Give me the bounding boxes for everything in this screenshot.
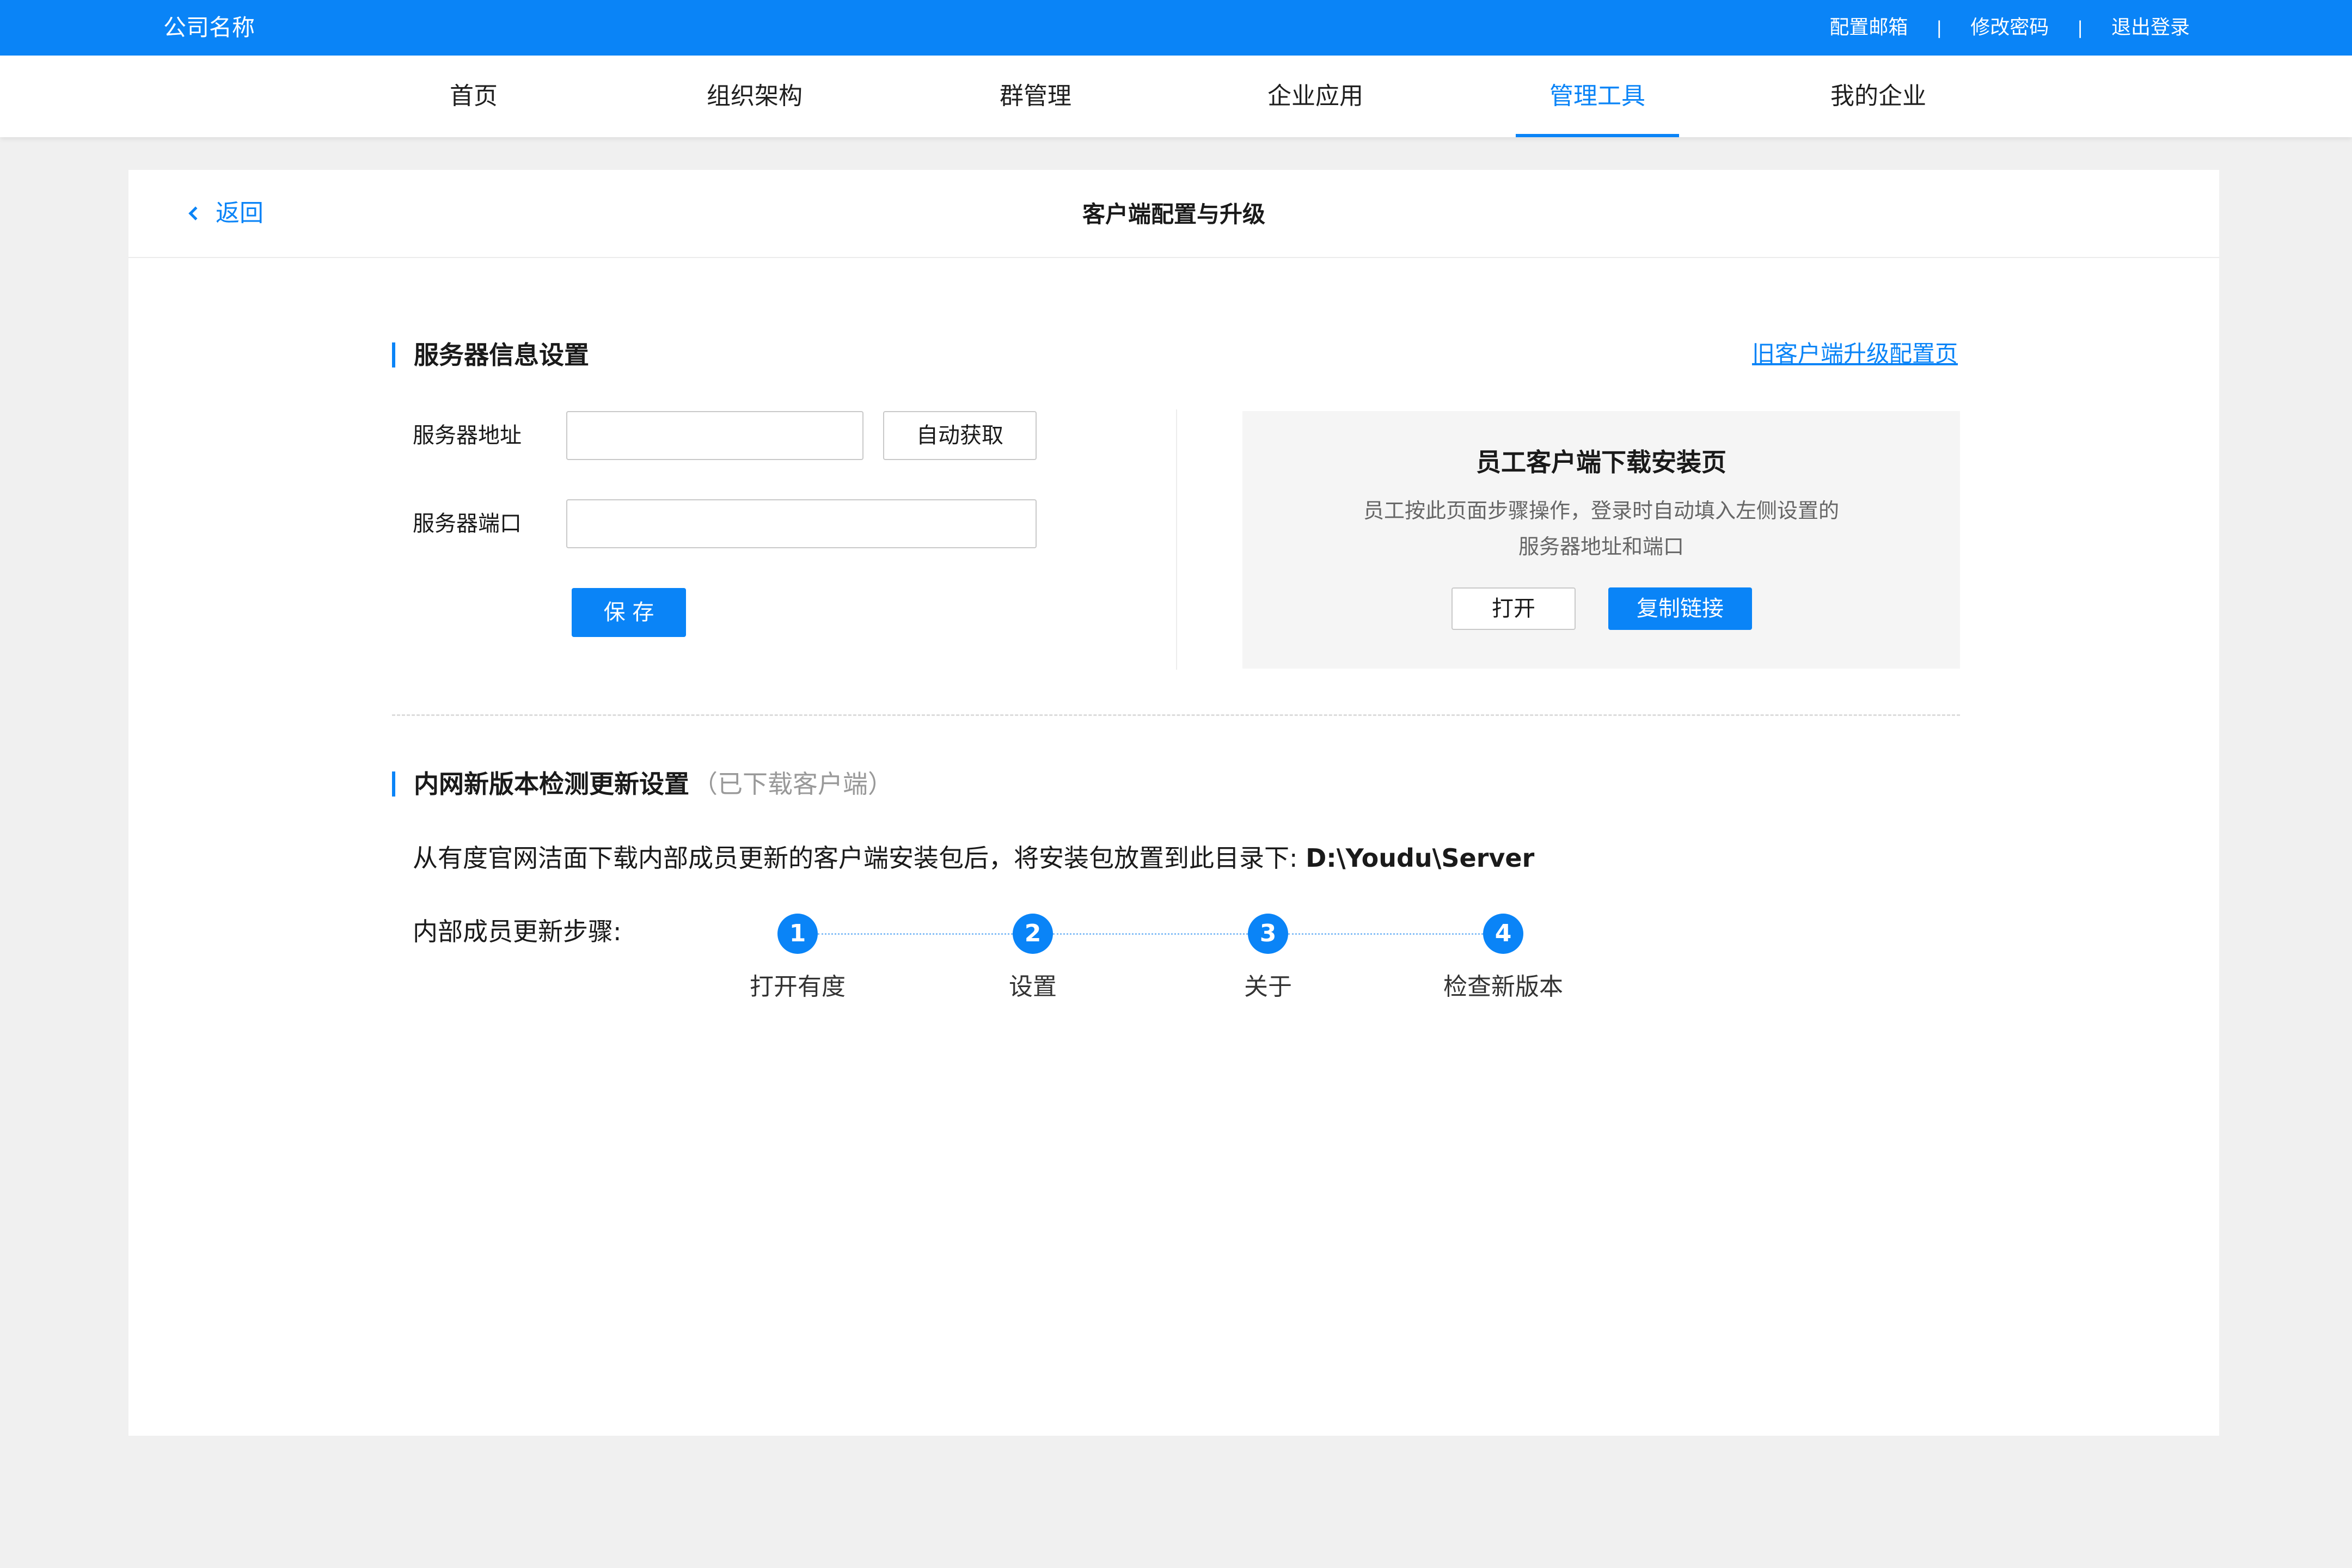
description-line: 服务器地址和端口 (1518, 535, 1684, 559)
update-settings-title: 内网新版本检测更新设置 （已下载客户端） (392, 767, 893, 801)
config-mailbox-link[interactable]: 配置邮箱 (1829, 14, 1908, 41)
description-line: 员工按此页面步骤操作，登录时自动填入左侧设置的 (1363, 499, 1839, 523)
top-links: 配置邮箱 | 修改密码 | 退出登录 (1829, 14, 2190, 41)
top-bar: 公司名称 配置邮箱 | 修改密码 | 退出登录 (0, 0, 2352, 56)
old-client-upgrade-link[interactable]: 旧客户端升级配置页 (1752, 338, 1958, 370)
section-note: （已下载客户端） (693, 769, 893, 799)
content-card: 返回 客户端配置与升级 服务器信息设置 旧客户端升级配置页 服务器地址 自动获取… (128, 170, 2219, 1436)
section-marker (392, 342, 395, 367)
company-name: 公司名称 (163, 14, 255, 41)
change-password-link[interactable]: 修改密码 (1970, 14, 2049, 41)
step-connector (818, 933, 1013, 935)
download-panel-description: 员工按此页面步骤操作，登录时自动填入左侧设置的 服务器地址和端口 (1242, 493, 1960, 565)
server-address-label: 服务器地址 (413, 423, 522, 448)
server-port-label: 服务器端口 (413, 511, 522, 536)
step-number: 3 (1248, 914, 1288, 954)
logout-link[interactable]: 退出登录 (2111, 14, 2190, 41)
vertical-divider (1176, 409, 1177, 670)
server-port-input[interactable] (566, 499, 1037, 548)
section-divider (392, 714, 1960, 716)
nav-my-enterprise[interactable]: 我的企业 (1797, 56, 1960, 137)
step-number: 2 (1013, 914, 1053, 954)
server-address-input[interactable] (566, 411, 863, 460)
separator: | (2077, 17, 2083, 38)
nav-enterprise-apps[interactable]: 企业应用 (1234, 56, 1397, 137)
separator: | (1936, 17, 1943, 38)
update-description: 从有度官网洁面下载内部成员更新的客户端安装包后，将安装包放置到此目录下: D:\… (413, 840, 1534, 877)
server-settings-title: 服务器信息设置 (392, 338, 589, 372)
step-label: 检查新版本 (1443, 973, 1563, 1001)
update-steps-label: 内部成员更新步骤: (413, 917, 622, 946)
auto-fetch-button[interactable]: 自动获取 (883, 411, 1037, 460)
card-header: 返回 客户端配置与升级 (128, 170, 2219, 258)
section-marker (392, 771, 395, 797)
step-label: 关于 (1244, 973, 1292, 1001)
nav-group-management[interactable]: 群管理 (954, 56, 1117, 137)
section-title-text: 内网新版本检测更新设置 (414, 769, 689, 799)
nav-org-structure[interactable]: 组织架构 (673, 56, 836, 137)
step-label: 打开有度 (750, 973, 846, 1001)
main-nav: 首页 组织架构 群管理 企业应用 管理工具 我的企业 (0, 56, 2352, 137)
client-download-panel: 员工客户端下载安装页 员工按此页面步骤操作，登录时自动填入左侧设置的 服务器地址… (1242, 411, 1960, 669)
copy-link-button[interactable]: 复制链接 (1608, 587, 1752, 630)
description-text: 从有度官网洁面下载内部成员更新的客户端安装包后，将安装包放置到此目录下: (413, 843, 1306, 873)
save-button[interactable]: 保 存 (572, 588, 686, 637)
download-panel-title: 员工客户端下载安装页 (1476, 448, 1726, 477)
server-path: D:\Youdu\Server (1306, 843, 1535, 873)
nav-management-tools[interactable]: 管理工具 (1516, 56, 1679, 137)
step-connector (1288, 933, 1483, 935)
step-number: 1 (777, 914, 818, 954)
nav-home[interactable]: 首页 (392, 56, 555, 137)
step-connector (1053, 933, 1248, 935)
section-title-text: 服务器信息设置 (414, 340, 589, 370)
open-button[interactable]: 打开 (1451, 587, 1576, 630)
step-number: 4 (1483, 914, 1523, 954)
step-label: 设置 (1009, 973, 1057, 1001)
page-title: 客户端配置与升级 (1082, 201, 1265, 228)
